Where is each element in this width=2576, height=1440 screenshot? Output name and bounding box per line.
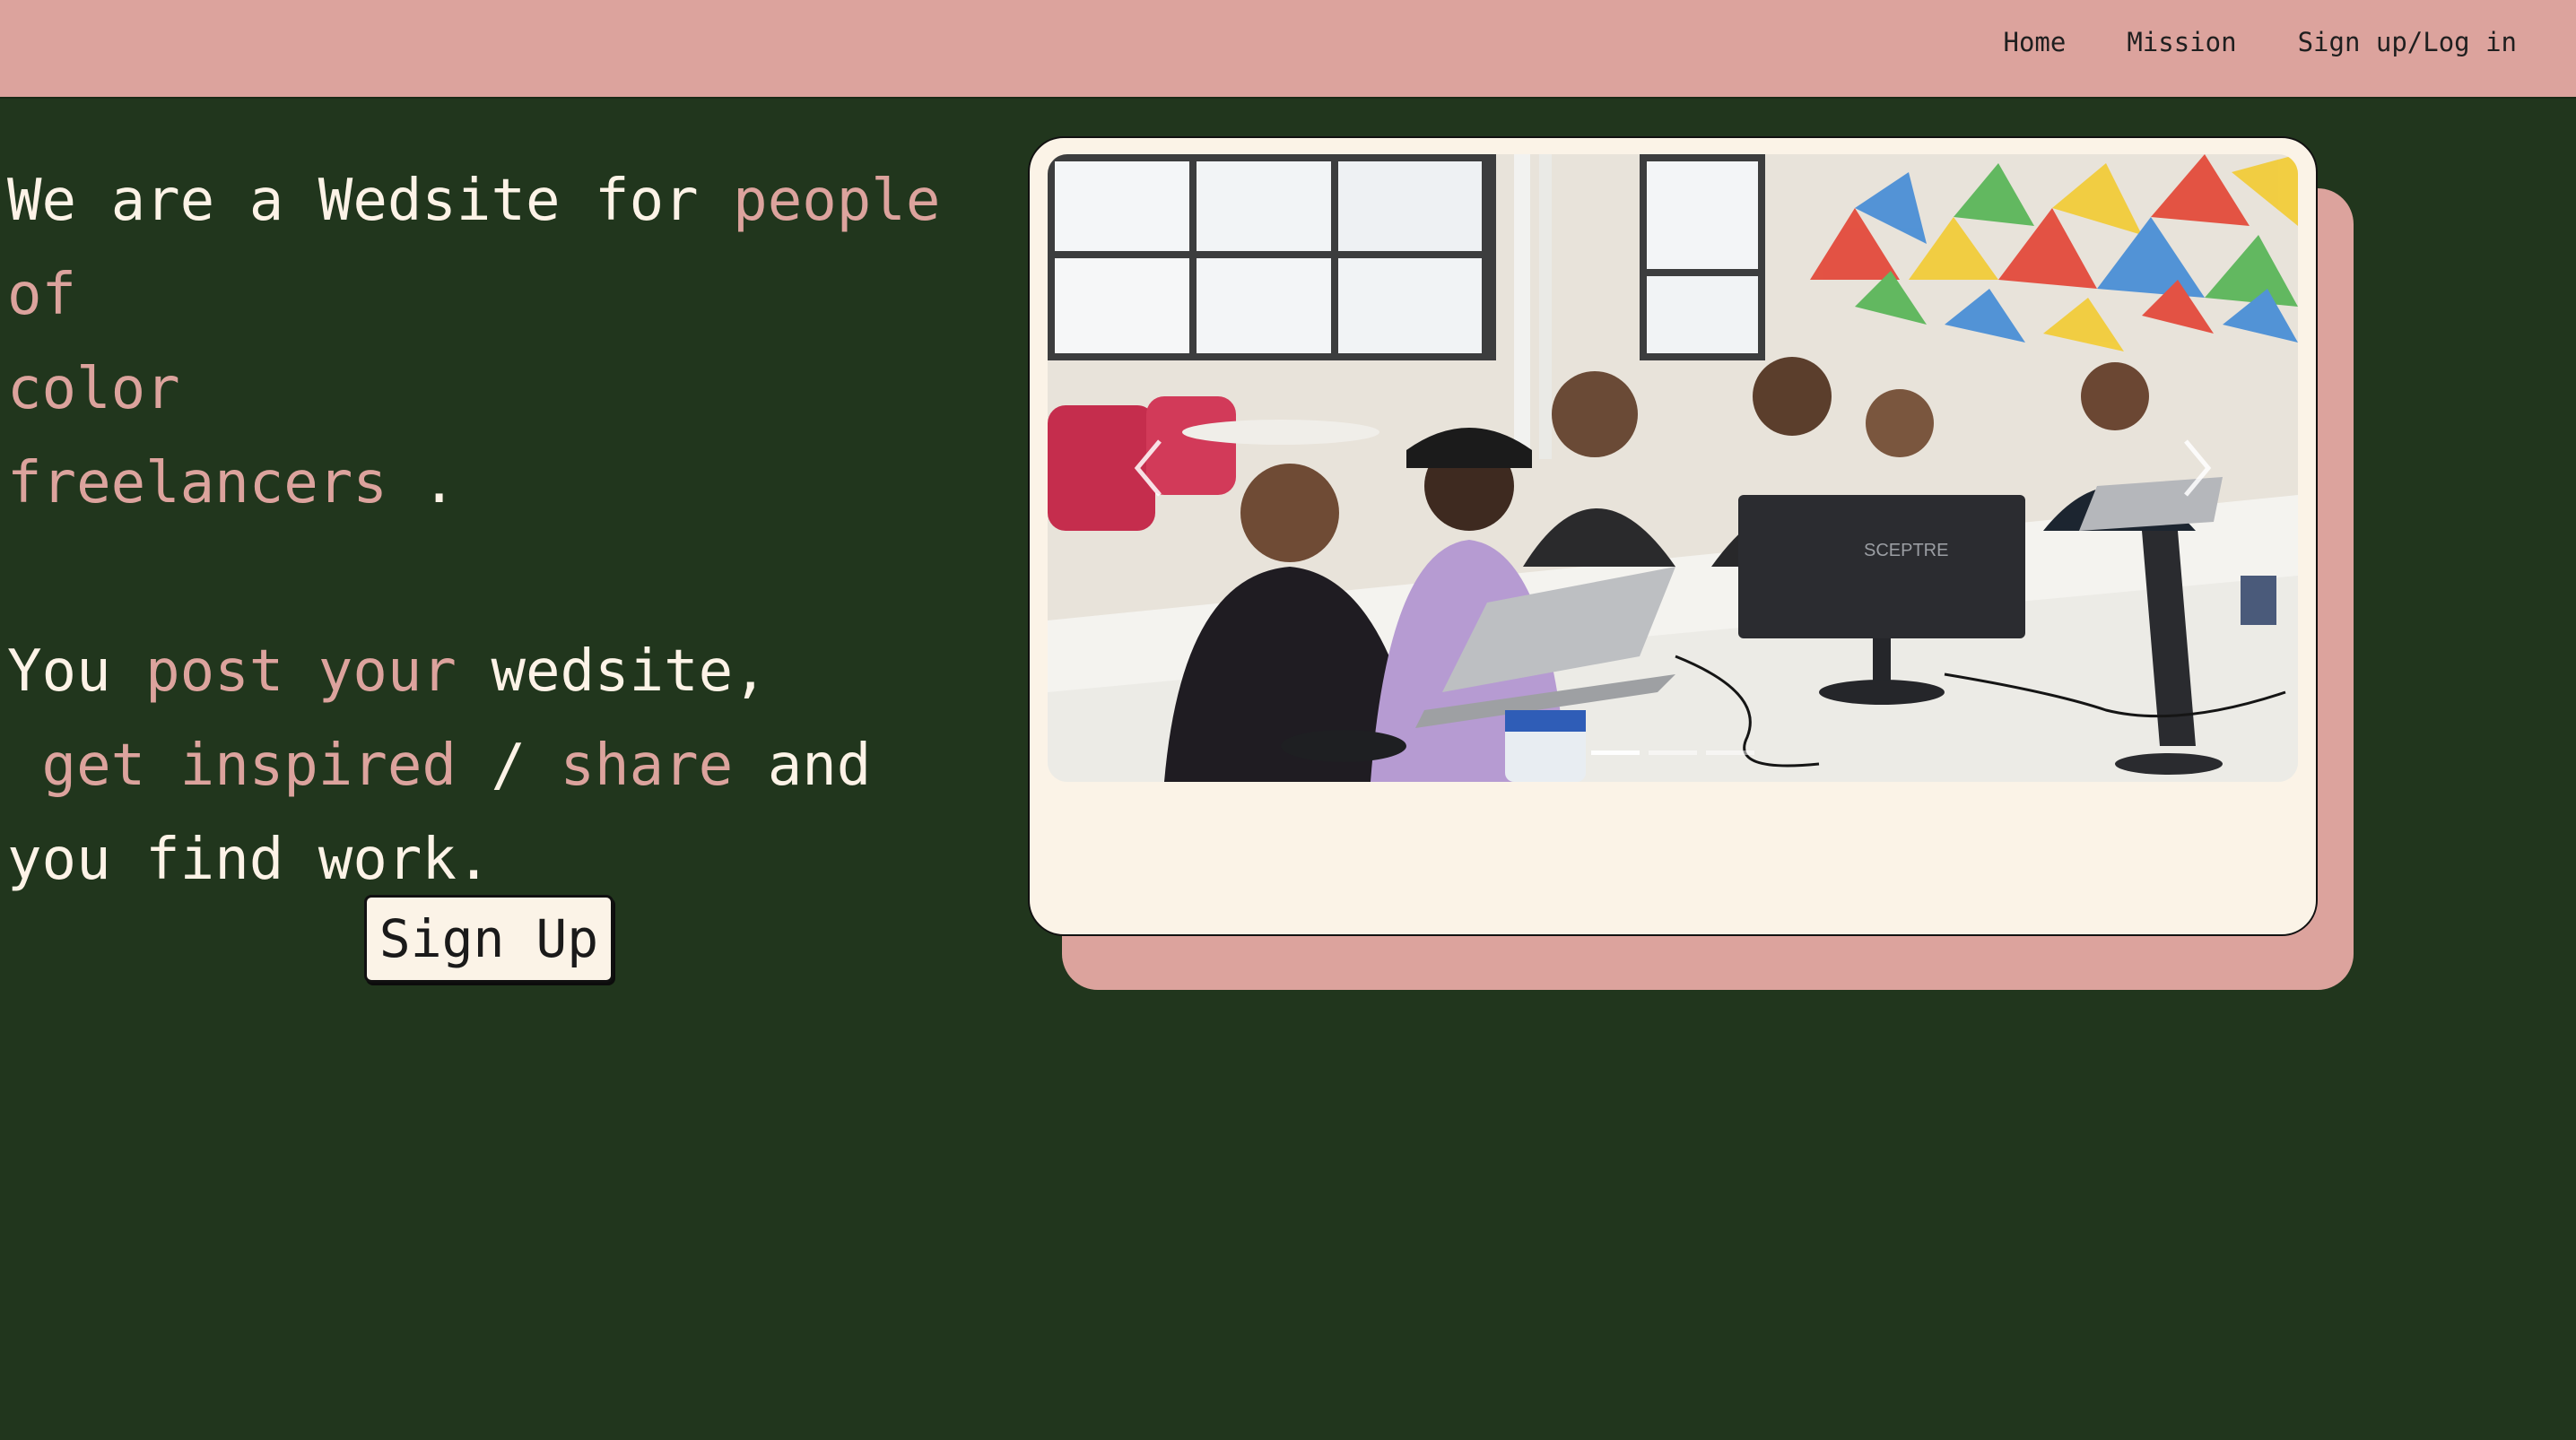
- sign-up-button[interactable]: Sign Up: [364, 895, 614, 983]
- hero-line-3: freelancers .: [7, 437, 994, 531]
- hero-text-span: and: [733, 733, 872, 799]
- hero-accent-span: get inspired: [7, 733, 457, 799]
- nav-links: Home Mission Sign up/Log in: [2004, 27, 2518, 57]
- carousel-next-button[interactable]: [2172, 432, 2226, 504]
- hero-spacer: [7, 531, 994, 625]
- group-photo: SCEPTRE: [1048, 154, 2298, 782]
- chevron-left-icon: [1134, 439, 1162, 497]
- hero-line-2: color: [7, 343, 994, 437]
- hero-accent-span: color: [7, 356, 180, 422]
- monitor-brand-text: SCEPTRE: [1864, 541, 1948, 560]
- carousel-indicator[interactable]: [1706, 750, 1754, 755]
- image-card: SCEPTRE: [1028, 136, 2318, 936]
- hero-line-4: You post your wedsite,: [7, 625, 994, 719]
- hero-text-span: You: [7, 638, 146, 705]
- nav-link-home[interactable]: Home: [2004, 27, 2067, 57]
- hero-text-span: We are a Wedsite for: [7, 168, 734, 234]
- top-navbar: Home Mission Sign up/Log in: [0, 0, 2576, 99]
- chevron-right-icon: [2184, 439, 2212, 497]
- carousel-indicator[interactable]: [1591, 750, 1640, 755]
- hero-line-5: get inspired / share and: [7, 719, 994, 813]
- carousel-prev-button[interactable]: [1119, 432, 1173, 504]
- hero-text-span: .: [387, 450, 457, 516]
- hero-text-span: you find work.: [7, 827, 492, 893]
- hero-accent-span: share: [560, 733, 734, 799]
- hero-text-span: wedsite,: [456, 638, 768, 705]
- photo-carousel[interactable]: SCEPTRE: [1048, 154, 2298, 782]
- hero-text-span: /: [456, 733, 561, 799]
- hero-line-6: you find work.: [7, 813, 994, 907]
- hero-accent-span: freelancers: [7, 450, 387, 516]
- hero-accent-span: post your: [145, 638, 457, 705]
- nav-link-mission[interactable]: Mission: [2127, 27, 2236, 57]
- carousel-indicators: [1591, 750, 1754, 755]
- carousel-indicator[interactable]: [1649, 750, 1697, 755]
- hero-line-1: We are a Wedsite for people of: [7, 154, 994, 343]
- nav-link-signup-login[interactable]: Sign up/Log in: [2298, 27, 2517, 57]
- hero-text: We are a Wedsite for people of color fre…: [7, 154, 994, 907]
